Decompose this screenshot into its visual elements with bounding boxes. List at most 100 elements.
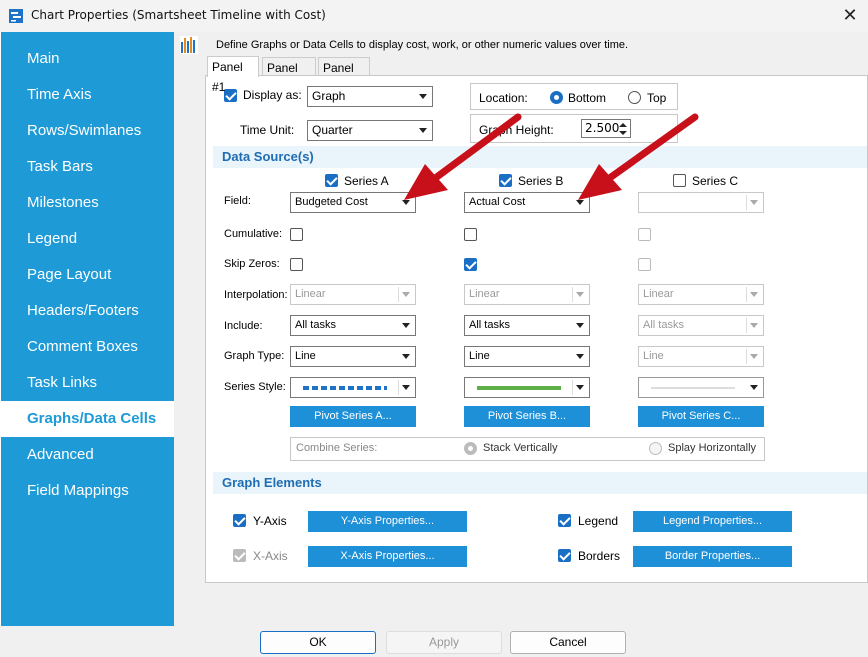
series-b-cumulative-checkbox[interactable]: [464, 228, 477, 241]
series-b-checkbox[interactable]: [499, 174, 512, 187]
sidebar-item-graphs-data-cells[interactable]: Graphs/Data Cells: [1, 401, 174, 437]
sidebar-item-field-mappings[interactable]: Field Mappings: [1, 473, 174, 509]
series-b-style-select[interactable]: [464, 377, 590, 398]
splay-horizontally-radio[interactable]: [649, 442, 662, 455]
cancel-button[interactable]: Cancel: [510, 631, 626, 654]
chevron-down-icon: [402, 385, 410, 390]
series-c-checkbox[interactable]: [673, 174, 686, 187]
display-as-label: Display as:: [243, 88, 302, 102]
series-c-cumulative-checkbox[interactable]: [638, 228, 651, 241]
splay-horizontally-label: Splay Horizontally: [668, 442, 757, 454]
window-title: Chart Properties (Smartsheet Timeline wi…: [31, 8, 326, 22]
sidebar-item-time-axis[interactable]: Time Axis: [1, 77, 174, 113]
location-bottom-radio[interactable]: [550, 91, 563, 104]
series-c-label: Series C: [692, 174, 739, 188]
x-axis-checkbox[interactable]: [233, 549, 246, 562]
graph-height-label: Graph Height:: [479, 123, 554, 137]
location-label: Location:: [479, 91, 528, 105]
legend-checkbox[interactable]: [558, 514, 571, 527]
series-c-interpolation-value: Linear: [643, 288, 674, 300]
sidebar-item-task-bars[interactable]: Task Bars: [1, 149, 174, 185]
series-a-include-select[interactable]: All tasks: [290, 315, 416, 336]
pivot-series-b-button[interactable]: Pivot Series B...: [464, 406, 590, 427]
chevron-down-icon: [750, 385, 758, 390]
y-axis-checkbox[interactable]: [233, 514, 246, 527]
sidebar-item-rows-swimlanes[interactable]: Rows/Swimlanes: [1, 113, 174, 149]
time-unit-label: Time Unit:: [240, 123, 295, 137]
series-a-cumulative-checkbox[interactable]: [290, 228, 303, 241]
series-b-label: Series B: [518, 174, 564, 188]
chevron-down-icon: [402, 292, 410, 297]
field-row-label: Field:: [224, 195, 251, 207]
pivot-series-c-button[interactable]: Pivot Series C...: [638, 406, 764, 427]
series-a-field-select[interactable]: Budgeted Cost: [290, 192, 416, 213]
series-b-interpolation-value: Linear: [469, 288, 500, 300]
apply-button[interactable]: Apply: [386, 631, 502, 654]
tab-panel-3[interactable]: Panel #3: [318, 57, 370, 95]
chevron-down-icon: [750, 200, 758, 205]
sidebar-item-comment-boxes[interactable]: Comment Boxes: [1, 329, 174, 365]
chevron-down-icon: [576, 354, 584, 359]
chevron-down-icon: [419, 128, 427, 133]
sidebar: Main Time Axis Rows/Swimlanes Task Bars …: [1, 32, 174, 626]
series-c-style-swatch: [651, 387, 735, 389]
graph-elements-header: Graph Elements: [213, 472, 867, 494]
interpolation-row-label: Interpolation:: [224, 289, 288, 301]
sidebar-item-advanced[interactable]: Advanced: [1, 437, 174, 473]
series-c-field-select[interactable]: [638, 192, 764, 213]
display-as-checkbox[interactable]: [224, 89, 237, 102]
series-c-style-select[interactable]: [638, 377, 764, 398]
graph-height-value: 2.500: [585, 121, 620, 135]
close-icon[interactable]: ✕: [836, 3, 864, 29]
y-axis-properties-button[interactable]: Y-Axis Properties...: [308, 511, 467, 532]
series-a-checkbox[interactable]: [325, 174, 338, 187]
cumulative-row-label: Cumulative:: [224, 228, 283, 240]
series-a-graph-type-select[interactable]: Line: [290, 346, 416, 367]
series-b-include-select[interactable]: All tasks: [464, 315, 590, 336]
tab-panel-1[interactable]: Panel #1: [207, 56, 259, 94]
graph-type-row-label: Graph Type:: [224, 350, 285, 362]
series-b-interpolation-select[interactable]: Linear: [464, 284, 590, 305]
series-b-graph-type-select[interactable]: Line: [464, 346, 590, 367]
series-c-interpolation-select[interactable]: Linear: [638, 284, 764, 305]
legend-properties-button[interactable]: Legend Properties...: [633, 511, 792, 532]
y-axis-label: Y-Axis: [253, 514, 287, 528]
display-as-select[interactable]: Graph: [307, 86, 433, 107]
stack-vertically-radio[interactable]: [464, 442, 477, 455]
sidebar-item-milestones[interactable]: Milestones: [1, 185, 174, 221]
series-a-style-select[interactable]: [290, 377, 416, 398]
sidebar-item-page-layout[interactable]: Page Layout: [1, 257, 174, 293]
include-row-label: Include:: [224, 320, 263, 332]
series-b-field-select[interactable]: Actual Cost: [464, 192, 590, 213]
sidebar-item-task-links[interactable]: Task Links: [1, 365, 174, 401]
graph-icon: [180, 36, 198, 54]
series-b-graph-type-value: Line: [469, 350, 490, 362]
series-c-skip-zeros-checkbox[interactable]: [638, 258, 651, 271]
series-a-graph-type-value: Line: [295, 350, 316, 362]
chevron-down-icon: [419, 94, 427, 99]
sidebar-item-main[interactable]: Main: [1, 41, 174, 77]
series-style-row-label: Series Style:: [224, 381, 286, 393]
graph-height-spinner[interactable]: 2.500: [581, 119, 631, 138]
border-properties-button[interactable]: Border Properties...: [633, 546, 792, 567]
series-a-skip-zeros-checkbox[interactable]: [290, 258, 303, 271]
time-unit-select[interactable]: Quarter: [307, 120, 433, 141]
series-b-include-value: All tasks: [469, 319, 510, 331]
series-c-graph-type-select[interactable]: Line: [638, 346, 764, 367]
pivot-series-a-button[interactable]: Pivot Series A...: [290, 406, 416, 427]
series-a-interpolation-select[interactable]: Linear: [290, 284, 416, 305]
x-axis-properties-button[interactable]: X-Axis Properties...: [308, 546, 467, 567]
sidebar-item-headers-footers[interactable]: Headers/Footers: [1, 293, 174, 329]
series-c-include-select[interactable]: All tasks: [638, 315, 764, 336]
borders-checkbox[interactable]: [558, 549, 571, 562]
location-bottom-label: Bottom: [568, 91, 607, 105]
spinner-arrows-icon[interactable]: [618, 121, 628, 137]
display-as-value: Graph: [312, 89, 346, 103]
series-a-field-value: Budgeted Cost: [295, 196, 368, 208]
series-b-skip-zeros-checkbox[interactable]: [464, 258, 477, 271]
location-top-radio[interactable]: [628, 91, 641, 104]
tab-panel-2[interactable]: Panel #2: [262, 57, 316, 95]
sidebar-item-legend[interactable]: Legend: [1, 221, 174, 257]
chevron-down-icon: [750, 354, 758, 359]
ok-button[interactable]: OK: [260, 631, 376, 654]
